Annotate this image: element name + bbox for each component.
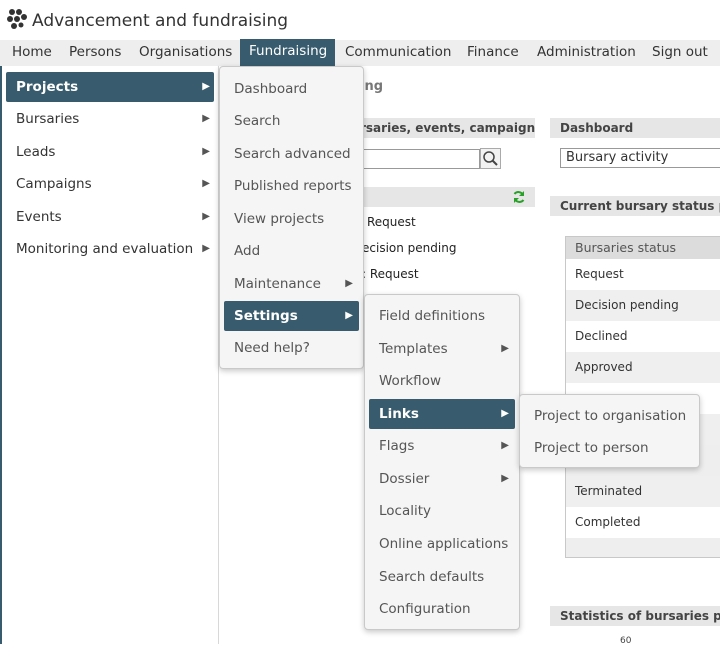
menu-item-label: Templates bbox=[379, 341, 448, 357]
menu-item-label: Dossier bbox=[379, 471, 430, 487]
table-row: Declined bbox=[566, 321, 720, 352]
links-menu-project-to-organisation[interactable]: Project to organisation bbox=[524, 401, 696, 431]
search-button[interactable] bbox=[480, 148, 501, 169]
settings-menu-templates[interactable]: Templates ▶ bbox=[369, 334, 515, 364]
projects-menu-need-help[interactable]: Need help? bbox=[224, 333, 359, 363]
menu-organisations[interactable]: Organisations bbox=[131, 40, 240, 66]
search-icon bbox=[483, 151, 498, 166]
chevron-right-icon: ▶ bbox=[202, 113, 210, 124]
list-panel-header bbox=[360, 187, 535, 207]
settings-menu-search-defaults[interactable]: Search defaults bbox=[369, 562, 515, 592]
settings-menu-locality[interactable]: Locality bbox=[369, 496, 515, 526]
projects-menu-search-advanced[interactable]: Search advanced bbox=[224, 139, 359, 169]
projects-menu-search[interactable]: Search bbox=[224, 106, 359, 136]
chevron-right-icon: ▶ bbox=[202, 178, 210, 189]
app-header: Advancement and fundraising bbox=[0, 0, 720, 40]
settings-menu-configuration[interactable]: Configuration bbox=[369, 594, 515, 624]
chevron-right-icon: ▶ bbox=[501, 343, 509, 354]
projects-menu-view-projects[interactable]: View projects bbox=[224, 204, 359, 234]
chevron-right-icon: ▶ bbox=[345, 310, 353, 321]
settings-menu-field-definitions[interactable]: Field definitions bbox=[369, 301, 515, 331]
projects-menu-maintenance[interactable]: Maintenance ▶ bbox=[224, 269, 359, 299]
refresh-icon[interactable] bbox=[512, 190, 526, 204]
menu-fundraising[interactable]: Fundraising bbox=[240, 39, 335, 66]
side-menu-events[interactable]: Events ▶ bbox=[6, 202, 214, 232]
links-menu-project-to-person[interactable]: Project to person bbox=[524, 433, 696, 463]
table-row: Completed bbox=[566, 507, 720, 538]
side-menu-label: Leads bbox=[16, 144, 56, 160]
side-menu-label: Campaigns bbox=[16, 176, 92, 192]
side-menu-campaigns[interactable]: Campaigns ▶ bbox=[6, 169, 214, 199]
dashboard-select[interactable]: Bursary activity bbox=[560, 148, 720, 168]
list-item[interactable]: ecision pending bbox=[362, 241, 456, 255]
links-dropdown: Project to organisation Project to perso… bbox=[519, 394, 700, 468]
table-row: Decision pending bbox=[566, 290, 720, 321]
table-row: Approved bbox=[566, 352, 720, 383]
settings-menu-workflow[interactable]: Workflow bbox=[369, 366, 515, 396]
side-menu-bursaries[interactable]: Bursaries ▶ bbox=[6, 104, 214, 134]
menu-persons[interactable]: Persons bbox=[61, 40, 129, 66]
axis-tick-label: 60 bbox=[620, 636, 632, 646]
projects-menu-dashboard[interactable]: Dashboard bbox=[224, 74, 359, 104]
list-item[interactable]: : Request bbox=[362, 267, 419, 281]
side-menu-label: Bursaries bbox=[16, 111, 80, 127]
statistics-panel-title: Statistics of bursaries pro bbox=[550, 606, 720, 626]
menu-sign-out[interactable]: Sign out bbox=[644, 40, 716, 66]
settings-menu-online-applications[interactable]: Online applications bbox=[369, 529, 515, 559]
side-menu-label: Events bbox=[16, 209, 62, 225]
chevron-right-icon: ▶ bbox=[501, 440, 509, 451]
table-row: Terminated bbox=[566, 476, 720, 507]
left-frame-border bbox=[0, 66, 2, 644]
menu-finance[interactable]: Finance bbox=[459, 40, 527, 66]
menu-home[interactable]: Home bbox=[4, 40, 60, 66]
settings-menu-links[interactable]: Links ▶ bbox=[369, 399, 515, 429]
table-row: Request bbox=[566, 259, 720, 290]
menu-administration[interactable]: Administration bbox=[529, 40, 644, 66]
search-input[interactable] bbox=[360, 149, 480, 169]
settings-menu-flags[interactable]: Flags ▶ bbox=[369, 431, 515, 461]
status-panel-title: Current bursary status pe bbox=[550, 196, 720, 216]
main-menubar: Home Persons Organisations Fundraising C… bbox=[0, 39, 720, 66]
side-menu-label: Monitoring and evaluation bbox=[16, 241, 194, 257]
menu-item-label: Links bbox=[379, 406, 419, 422]
search-panel-title: rsaries, events, campaigns bbox=[360, 118, 535, 138]
side-menu-projects[interactable]: Projects ▶ bbox=[6, 72, 214, 102]
chevron-right-icon: ▶ bbox=[501, 473, 509, 484]
chevron-right-icon: ▶ bbox=[345, 278, 353, 289]
menu-item-label: Maintenance bbox=[234, 276, 321, 292]
side-menu-label: Projects bbox=[16, 79, 79, 95]
side-menu-monitoring-and-evaluation[interactable]: Monitoring and evaluation ▶ bbox=[6, 234, 214, 264]
settings-menu-dossier[interactable]: Dossier ▶ bbox=[369, 464, 515, 494]
app-logo-icon bbox=[7, 9, 27, 29]
chevron-right-icon: ▶ bbox=[202, 81, 210, 92]
menu-item-label: Settings bbox=[234, 308, 298, 324]
status-table-header: Bursaries status bbox=[566, 237, 720, 259]
side-menu-leads[interactable]: Leads ▶ bbox=[6, 137, 214, 167]
chevron-right-icon: ▶ bbox=[202, 146, 210, 157]
projects-menu-settings[interactable]: Settings ▶ bbox=[224, 301, 359, 331]
chevron-right-icon: ▶ bbox=[202, 211, 210, 222]
menu-communication[interactable]: Communication bbox=[337, 40, 459, 66]
projects-menu-published-reports[interactable]: Published reports bbox=[224, 171, 359, 201]
projects-dropdown: Dashboard Search Search advanced Publish… bbox=[219, 66, 364, 369]
chevron-right-icon: ▶ bbox=[501, 408, 509, 419]
menu-item-label: Flags bbox=[379, 438, 415, 454]
dashboard-panel-title: Dashboard bbox=[550, 118, 720, 138]
settings-dropdown: Field definitions Templates ▶ Workflow L… bbox=[364, 294, 520, 630]
app-title: Advancement and fundraising bbox=[32, 11, 289, 31]
list-item[interactable]: Request bbox=[367, 215, 416, 229]
projects-menu-add[interactable]: Add bbox=[224, 236, 359, 266]
chevron-right-icon: ▶ bbox=[202, 243, 210, 254]
